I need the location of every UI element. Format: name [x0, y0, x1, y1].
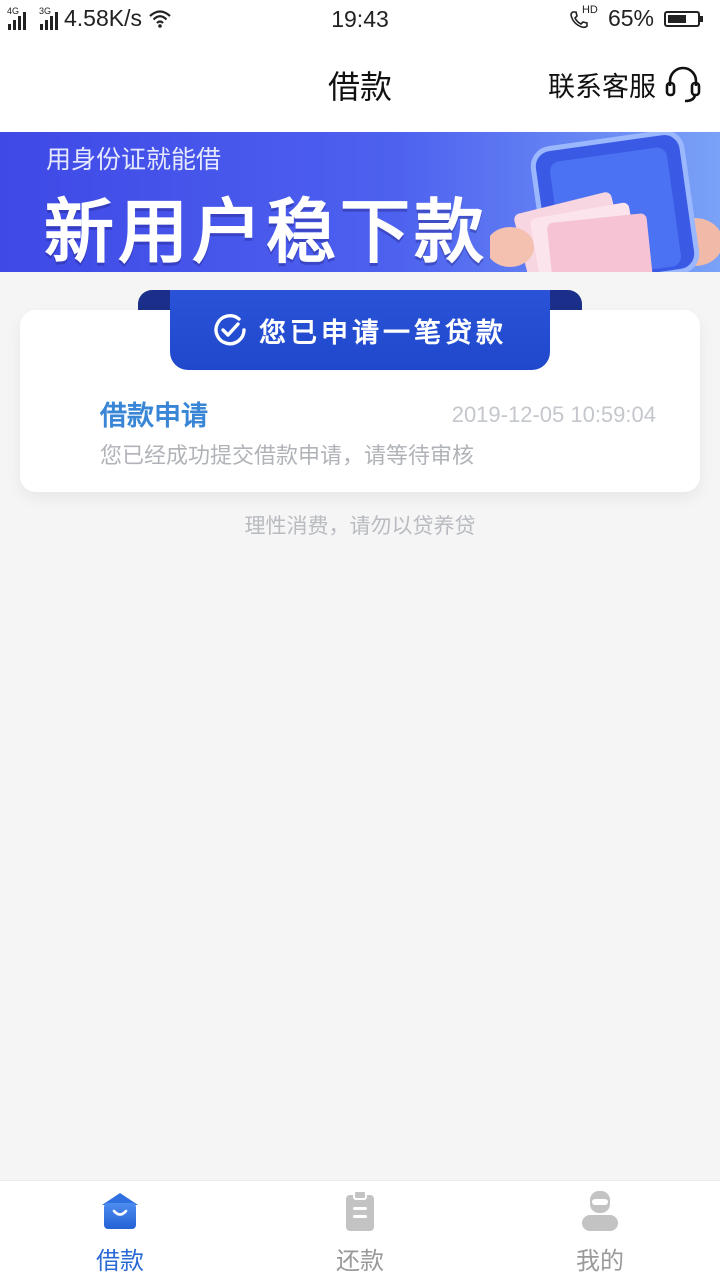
- customer-service-button[interactable]: 联系客服: [548, 64, 702, 104]
- status-right: HD 65%: [568, 3, 703, 32]
- check-circle-icon: [214, 314, 246, 346]
- phone-money-illustration: [490, 132, 720, 272]
- status-bar: 4G 3G 4.58K/s 19:43 HD 65%: [0, 0, 720, 40]
- tab-label: 借款: [96, 1247, 144, 1275]
- bag-icon: [102, 1193, 138, 1229]
- hd-call-icon: HD: [568, 3, 598, 31]
- application-ribbon: 您已申请一笔贷款: [170, 290, 550, 370]
- tab-borrow[interactable]: 借款: [0, 1181, 240, 1281]
- user-icon: [582, 1191, 618, 1231]
- headset-icon: [665, 66, 701, 103]
- battery-icon: [664, 10, 703, 27]
- tab-label: 还款: [336, 1247, 384, 1275]
- application-description: 您已经成功提交借款申请，请等待审核: [100, 444, 475, 469]
- banner-headline: 新用户稳下款: [44, 191, 488, 272]
- customer-service-label: 联系客服: [548, 71, 656, 103]
- ribbon-text: 您已申请一笔贷款: [259, 317, 507, 349]
- application-time: 2019-12-05 10:59:04: [451, 402, 656, 427]
- app-header: 借款 联系客服: [0, 40, 720, 132]
- hd-label: HD: [581, 3, 598, 16]
- tab-mine[interactable]: 我的: [480, 1181, 720, 1281]
- banner-subtitle: 用身份证就能借: [46, 145, 222, 174]
- application-title: 借款申请: [100, 401, 208, 432]
- bottom-tab-bar: 借款 还款 我的: [0, 1180, 720, 1281]
- clipboard-icon: [346, 1190, 374, 1231]
- tab-label: 我的: [576, 1247, 624, 1275]
- battery-percent: 65%: [607, 5, 654, 31]
- tab-repay[interactable]: 还款: [240, 1181, 480, 1281]
- promo-banner[interactable]: 用身份证就能借 新用户稳下款: [0, 132, 720, 272]
- battery-fill: [668, 14, 686, 23]
- responsible-borrowing-tip: 理性消费，请勿以贷养贷: [244, 514, 476, 538]
